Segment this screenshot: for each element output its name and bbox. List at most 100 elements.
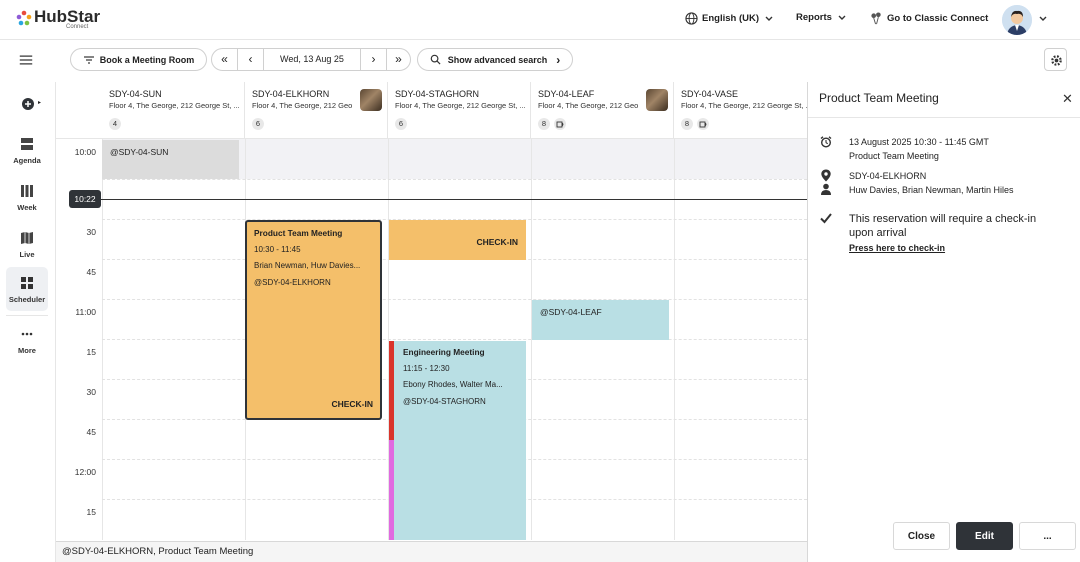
- room-location: Floor 4, The George, 212 George St, ...: [109, 101, 239, 110]
- capacity-badge: 8: [538, 118, 550, 130]
- time-label: 11:00: [75, 307, 96, 317]
- slot-line: [102, 339, 807, 340]
- reports-menu[interactable]: Reports: [796, 12, 848, 23]
- booking-staghorn-checkin[interactable]: CHECK-IN: [389, 220, 526, 260]
- status-bar: @SDY-04-ELKHORN, Product Team Meeting: [56, 541, 807, 562]
- event-title: Engineering Meeting: [403, 347, 485, 357]
- account-chevron-down-icon[interactable]: [1037, 14, 1049, 24]
- top-bar: HubStar Connect English (UK) Reports Go …: [0, 0, 1080, 40]
- panel-room: SDY-04-ELKHORN: [849, 171, 927, 181]
- room-column-leaf[interactable]: SDY-04-LEAF Floor 4, The George, 212 Geo…: [531, 82, 674, 138]
- avatar-icon: [1002, 5, 1032, 35]
- close-button[interactable]: Close: [893, 522, 950, 550]
- reports-label: Reports: [796, 12, 832, 23]
- event-room: @SDY-04-STAGHORN: [403, 397, 486, 406]
- capacity-badge: 6: [395, 118, 407, 130]
- sidebar-item-week[interactable]: Week: [6, 175, 48, 219]
- capacity-badge: 6: [252, 118, 264, 130]
- room-name: SDY-04-STAGHORN: [395, 89, 480, 99]
- alarm-clock-icon: [820, 136, 832, 148]
- chevron-right-icon: ›: [556, 52, 561, 67]
- menu-icon[interactable]: [19, 54, 33, 66]
- sidebar-item-add[interactable]: ▸: [6, 88, 48, 120]
- user-avatar[interactable]: [1002, 5, 1032, 35]
- sidebar-item-more[interactable]: More: [6, 318, 48, 362]
- event-time: 10:30 - 11:45: [254, 245, 301, 254]
- agenda-icon: [21, 138, 33, 150]
- room-column-staghorn[interactable]: SDY-04-STAGHORN Floor 4, The George, 212…: [388, 82, 531, 138]
- advanced-search-label: Show advanced search: [447, 54, 548, 65]
- sidebar-item-live[interactable]: Live: [6, 222, 48, 266]
- plus-circle-icon: [22, 98, 34, 110]
- room-location: Floor 4, The George, 212 George St, ...: [252, 101, 352, 110]
- event-room: @SDY-04-ELKHORN: [254, 278, 331, 287]
- sidebar-label-live: Live: [19, 250, 35, 259]
- room-column-elkhorn[interactable]: SDY-04-ELKHORN Floor 4, The George, 212 …: [245, 82, 388, 138]
- room-name: SDY-04-ELKHORN: [252, 89, 330, 99]
- room-column-sun[interactable]: SDY-04-SUN Floor 4, The George, 212 Geor…: [102, 82, 245, 138]
- filter-lines-icon: [83, 55, 94, 64]
- current-time-line: [69, 199, 807, 200]
- language-selector[interactable]: English (UK): [685, 12, 775, 25]
- room-name: SDY-04-SUN: [109, 89, 162, 99]
- balloons-icon: [871, 12, 881, 25]
- logo-icon: [16, 10, 32, 26]
- panel-meeting-name: Product Team Meeting: [849, 151, 939, 161]
- event-detail-panel: Product Team Meeting ✕ 13 August 2025 10…: [807, 82, 1080, 562]
- panel-checkin-line2: upon arrival: [849, 227, 907, 239]
- location-pin-icon: [821, 169, 831, 182]
- event-engineering-meeting[interactable]: Engineering Meeting 11:15 - 12:30 Ebony …: [389, 341, 526, 540]
- booking-room: @SDY-04-LEAF: [540, 307, 602, 317]
- close-icon[interactable]: ✕: [1062, 91, 1073, 107]
- advanced-search-button[interactable]: Show advanced search ›: [417, 48, 573, 71]
- chevron-down-icon: [765, 16, 773, 21]
- sidebar-label-agenda: Agenda: [13, 156, 41, 165]
- language-label: English (UK): [702, 13, 759, 24]
- slot-line: [102, 179, 807, 180]
- last-page-button[interactable]: »: [386, 49, 410, 70]
- coffee-icon: [554, 118, 566, 130]
- more-options-button[interactable]: ...: [1019, 522, 1076, 550]
- panel-attendees: Huw Davies, Brian Newman, Martin Hiles: [849, 185, 1014, 195]
- time-label: 12:00: [74, 467, 96, 477]
- sidebar-item-agenda[interactable]: Agenda: [6, 128, 48, 172]
- sidebar-label-scheduler: Scheduler: [8, 295, 46, 304]
- press-to-checkin-link[interactable]: Press here to check-in: [849, 243, 945, 253]
- time-label: 45: [86, 427, 96, 437]
- gear-icon: [1051, 55, 1062, 66]
- room-name: SDY-04-LEAF: [538, 89, 595, 99]
- sidebar-label-more: More: [18, 346, 36, 355]
- booking-sun[interactable]: @SDY-04-SUN: [102, 140, 239, 179]
- room-location: Floor 4, The George, 212 George St, ...: [538, 101, 638, 110]
- date-navigator: « ‹ Wed, 13 Aug 25 › »: [211, 48, 411, 71]
- room-thumbnail: [646, 89, 668, 111]
- room-name: SDY-04-VASE: [681, 89, 739, 99]
- scheduler-grid: SDY-04-SUN Floor 4, The George, 212 Geor…: [56, 82, 807, 540]
- sidebar-item-scheduler[interactable]: Scheduler: [6, 267, 48, 311]
- classic-connect-link[interactable]: Go to Classic Connect: [870, 12, 988, 25]
- panel-datetime: 13 August 2025 10:30 - 11:45 GMT: [849, 137, 989, 147]
- sidebar-label-week: Week: [17, 203, 37, 212]
- caret-right-icon: ▸: [38, 100, 42, 106]
- week-icon: [21, 185, 33, 197]
- booking-leaf[interactable]: @SDY-04-LEAF: [532, 300, 669, 340]
- checkin-button[interactable]: CHECK-IN: [476, 237, 518, 247]
- next-day-button[interactable]: ›: [360, 49, 386, 70]
- current-date[interactable]: Wed, 13 Aug 25: [264, 49, 360, 70]
- edit-button[interactable]: Edit: [956, 522, 1013, 550]
- capacity-badge: 4: [109, 118, 121, 130]
- left-sidebar: ▸ Agenda Week Live Scheduler More: [0, 82, 56, 562]
- time-label: 30: [86, 227, 96, 237]
- room-column-vase[interactable]: SDY-04-VASE Floor 4, The George, 212 Geo…: [674, 82, 807, 138]
- book-meeting-room-button[interactable]: Book a Meeting Room: [70, 48, 207, 71]
- status-stripe-red: [389, 341, 394, 440]
- settings-button[interactable]: [1044, 48, 1067, 71]
- scheduler-grid-icon: [21, 277, 33, 289]
- event-product-team-meeting[interactable]: Product Team Meeting 10:30 - 11:45 Brian…: [245, 220, 382, 420]
- first-page-button[interactable]: «: [212, 49, 238, 70]
- checkmark-icon: [820, 213, 832, 224]
- current-time-chip: 10:22: [69, 190, 101, 208]
- prev-day-button[interactable]: ‹: [238, 49, 264, 70]
- event-checkin-button[interactable]: CHECK-IN: [331, 399, 373, 409]
- chevron-down-icon: [838, 15, 846, 20]
